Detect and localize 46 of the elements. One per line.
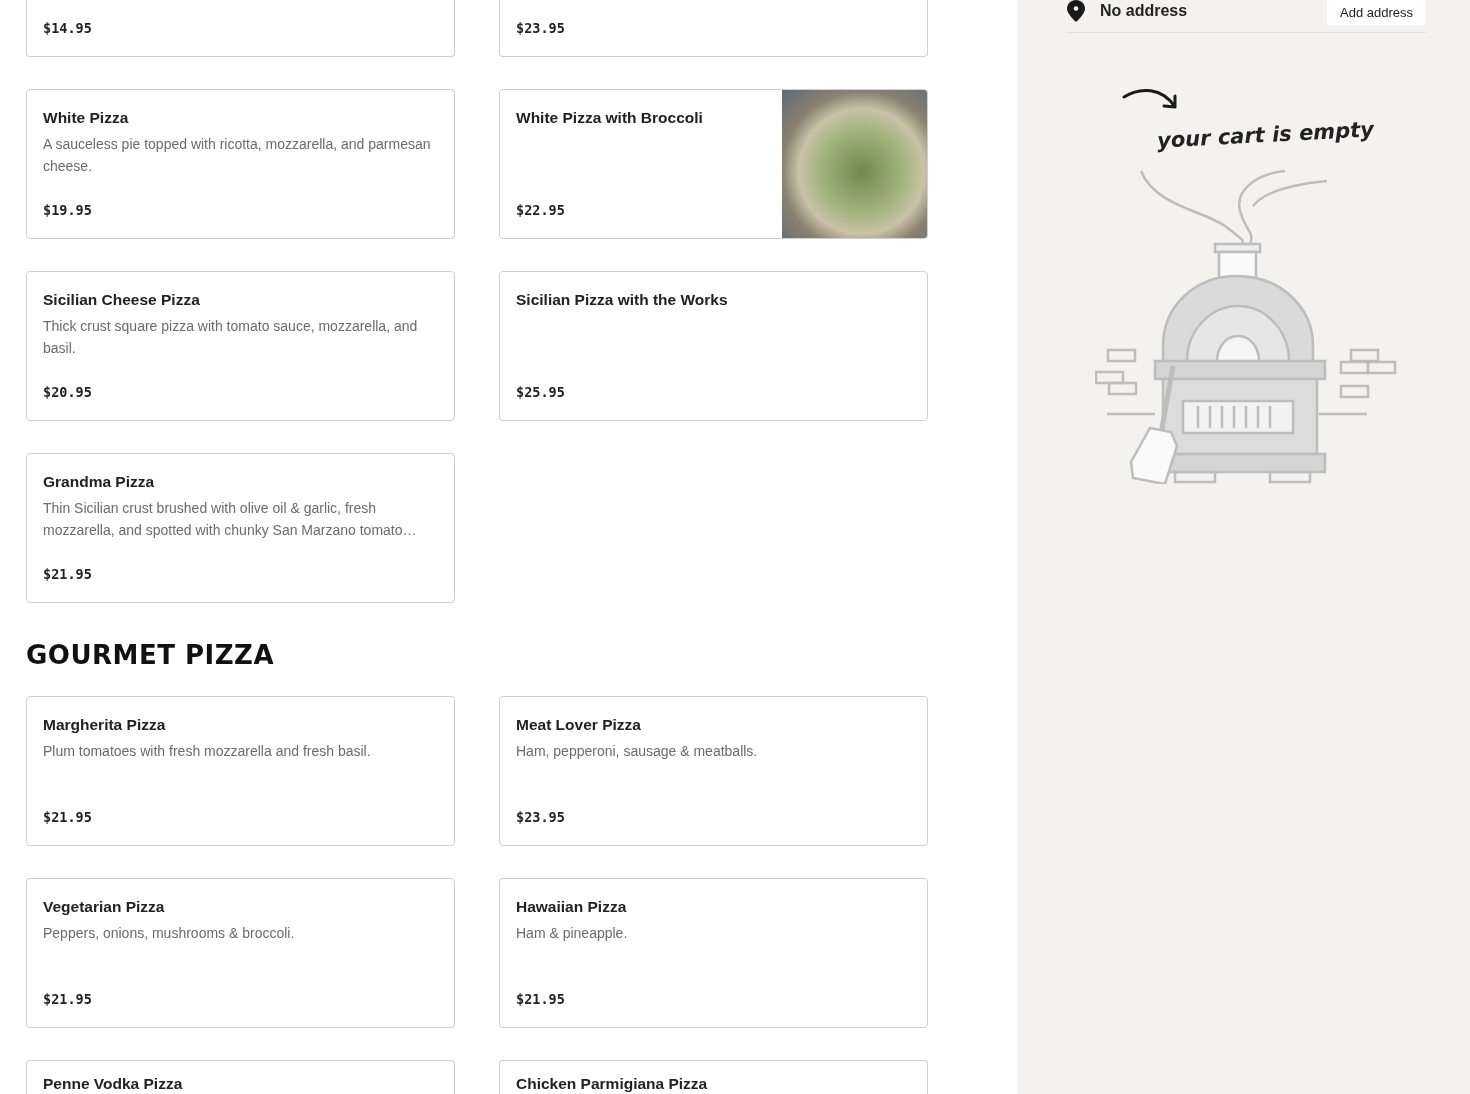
- item-description: Plum tomatoes with fresh mozzarella and fresh basil.: [43, 742, 372, 761]
- item-price: $20.95: [43, 383, 93, 401]
- item-name: Penne Vodka Pizza: [43, 1074, 184, 1094]
- menu-item-card[interactable]: Vegetarian Pizza Peppers, onions, mushrooms & broccoli. $21.95: [26, 878, 455, 1028]
- menu-item-card[interactable]: $14.95: [26, 0, 455, 57]
- item-name: White Pizza with Broccoli: [516, 108, 704, 128]
- item-name: Margherita Pizza: [43, 715, 167, 735]
- empty-cart-message: your cart is empty: [1156, 117, 1375, 153]
- item-description: Ham & pineapple.: [516, 924, 629, 943]
- menu-item-card[interactable]: Sicilian Cheese Pizza Thick crust square pizza with tomato sauce, mozzarella, and basil. $20.95: [26, 271, 455, 421]
- item-description: Thin Sicilian crust brushed with olive oil & garlic, fresh mozzarella, and spotted with chunky San Marzano tomato…: [43, 499, 418, 540]
- item-price: $21.95: [43, 990, 93, 1008]
- menu-item-card[interactable]: Margherita Pizza Plum tomatoes with fresh mozzarella and fresh basil. $21.95: [26, 696, 455, 846]
- section-heading: GOURMET PIZZA: [26, 640, 276, 670]
- item-name: Grandma Pizza: [43, 472, 156, 492]
- item-price: $21.95: [516, 990, 566, 1008]
- item-name: Chicken Parmigiana Pizza: [516, 1074, 709, 1094]
- address-label: No address: [1100, 2, 1189, 20]
- item-description: A sauceless pie topped with ricotta, mozzarella, and parmesan cheese.: [43, 135, 432, 176]
- item-price: $22.95: [516, 201, 566, 219]
- item-name: Sicilian Pizza with the Works: [516, 290, 729, 310]
- item-description: Peppers, onions, mushrooms & broccoli.: [43, 924, 296, 943]
- item-price: $23.95: [516, 808, 566, 826]
- item-name: Sicilian Cheese Pizza: [43, 290, 201, 310]
- item-description: Ham, pepperoni, sausage & meatballs.: [516, 742, 759, 761]
- item-price: $19.95: [43, 201, 93, 219]
- item-price: $23.95: [516, 19, 566, 37]
- item-price: $21.95: [43, 565, 93, 583]
- item-name: White Pizza: [43, 108, 130, 128]
- menu-item-card[interactable]: Chicken Parmigiana Pizza: [499, 1060, 928, 1094]
- menu-item-card[interactable]: White Pizza A sauceless pie topped with ricotta, mozzarella, and parmesan cheese. $19.95: [26, 89, 455, 239]
- menu-item-card[interactable]: White Pizza with Broccoli $22.95: [499, 89, 928, 239]
- item-price: $25.95: [516, 383, 566, 401]
- item-name: Meat Lover Pizza: [516, 715, 642, 735]
- item-name: Hawaiian Pizza: [516, 897, 628, 917]
- item-name: Vegetarian Pizza: [43, 897, 166, 917]
- item-price: $14.95: [43, 19, 93, 37]
- menu-item-card[interactable]: Sicilian Pizza with the Works $25.95: [499, 271, 928, 421]
- item-price: $21.95: [43, 808, 93, 826]
- menu-item-card[interactable]: Grandma Pizza Thin Sicilian crust brushed with olive oil & garlic, fresh mozzarella, and spotted with chunky San Marzano tomato… $21.95: [26, 453, 455, 603]
- menu-item-card[interactable]: Meat Lover Pizza Ham, pepperoni, sausage & meatballs. $23.95: [499, 696, 928, 846]
- item-description: Thick crust square pizza with tomato sauce, mozzarella, and basil.: [43, 317, 419, 358]
- add-address-button[interactable]: Add address: [1327, 0, 1426, 25]
- menu-item-card[interactable]: $23.95: [499, 0, 928, 57]
- menu-item-card[interactable]: Penne Vodka Pizza: [26, 1060, 455, 1094]
- menu-item-card[interactable]: Hawaiian Pizza Ham & pineapple. $21.95: [499, 878, 928, 1028]
